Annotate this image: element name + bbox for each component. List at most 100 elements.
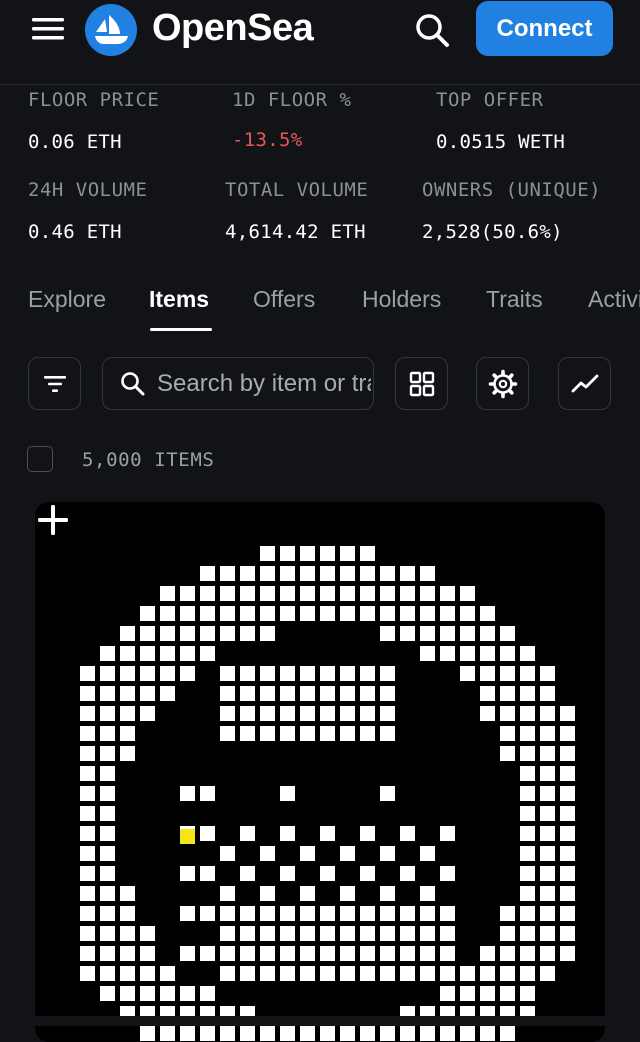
filter-button[interactable] <box>28 357 81 410</box>
pixel <box>240 906 255 921</box>
pixel <box>220 886 235 901</box>
pixel <box>240 666 255 681</box>
bottom-bar <box>0 1016 640 1026</box>
opensea-logo-icon[interactable] <box>84 3 138 57</box>
pixel <box>220 926 235 941</box>
pixel <box>520 906 535 921</box>
pixel <box>200 986 215 1001</box>
pixel <box>120 726 135 741</box>
pixel <box>420 626 435 641</box>
pixel <box>240 566 255 581</box>
pixel <box>520 746 535 761</box>
pixel <box>120 626 135 641</box>
pixel <box>520 846 535 861</box>
tab-activity[interactable]: Activity <box>588 286 640 313</box>
pixel <box>80 866 95 881</box>
pixel <box>380 606 395 621</box>
pixel <box>220 726 235 741</box>
nft-pixel-art-image <box>80 546 575 1041</box>
connect-button[interactable]: Connect <box>476 1 613 56</box>
pixel <box>400 1026 415 1041</box>
pixel <box>560 926 575 941</box>
pixel <box>380 1026 395 1041</box>
pixel <box>140 966 155 981</box>
pixel <box>180 786 195 801</box>
pixel <box>400 966 415 981</box>
stat-label-total-volume: TOTAL VOLUME <box>225 179 369 201</box>
tab-holders[interactable]: Holders <box>362 286 441 313</box>
pixel <box>420 926 435 941</box>
tab-traits[interactable]: Traits <box>486 286 543 313</box>
pixel <box>500 706 515 721</box>
item-search-box[interactable] <box>102 357 374 410</box>
pixel <box>240 586 255 601</box>
pixel <box>180 626 195 641</box>
pixel <box>320 906 335 921</box>
nft-card[interactable] <box>35 502 605 1042</box>
pixel <box>480 966 495 981</box>
pixel <box>200 646 215 661</box>
brand-name[interactable]: OpenSea <box>152 4 314 52</box>
pixel <box>440 966 455 981</box>
tab-explore[interactable]: Explore <box>28 286 106 313</box>
pixel <box>280 686 295 701</box>
pixel <box>380 846 395 861</box>
pixel <box>260 846 275 861</box>
pixel <box>80 686 95 701</box>
pixel <box>280 546 295 561</box>
pixel <box>180 666 195 681</box>
tab-offers[interactable]: Offers <box>253 286 315 313</box>
menu-icon[interactable] <box>30 14 66 44</box>
pixel <box>480 706 495 721</box>
pixel <box>80 906 95 921</box>
pixel <box>340 886 355 901</box>
tab-items[interactable]: Items <box>149 286 209 313</box>
chart-icon <box>571 374 598 392</box>
pixel <box>120 946 135 961</box>
pixel <box>360 926 375 941</box>
pixel <box>520 726 535 741</box>
select-all-checkbox[interactable] <box>27 446 53 472</box>
pixel <box>120 646 135 661</box>
pixel <box>260 586 275 601</box>
grid-view-button[interactable] <box>395 357 448 410</box>
pixel <box>80 886 95 901</box>
pixel <box>220 626 235 641</box>
pixel <box>420 846 435 861</box>
pixel <box>340 726 355 741</box>
pixel <box>380 726 395 741</box>
pixel <box>300 726 315 741</box>
search-icon[interactable] <box>412 10 452 50</box>
pixel <box>560 726 575 741</box>
pixel <box>220 606 235 621</box>
pixel <box>220 946 235 961</box>
pixel <box>280 866 295 881</box>
pixel <box>100 926 115 941</box>
pixel <box>540 746 555 761</box>
pixel <box>560 766 575 781</box>
pixel <box>560 866 575 881</box>
analytics-button[interactable] <box>558 357 611 410</box>
pixel <box>260 666 275 681</box>
pixel <box>380 926 395 941</box>
settings-button[interactable] <box>476 357 529 410</box>
pixel <box>180 866 195 881</box>
items-count: 5,000 ITEMS <box>82 449 215 471</box>
pixel <box>520 966 535 981</box>
pixel <box>500 946 515 961</box>
plus-icon[interactable] <box>35 502 71 538</box>
pixel <box>400 906 415 921</box>
pixel <box>540 826 555 841</box>
pixel <box>160 586 175 601</box>
pixel <box>280 606 295 621</box>
pixel <box>360 1026 375 1041</box>
pixel <box>200 786 215 801</box>
pixel <box>260 1026 275 1041</box>
pixel <box>540 866 555 881</box>
item-search-input[interactable] <box>157 366 371 402</box>
pixel <box>140 646 155 661</box>
pixel <box>440 906 455 921</box>
pixel <box>280 666 295 681</box>
pixel <box>320 946 335 961</box>
pixel <box>240 926 255 941</box>
